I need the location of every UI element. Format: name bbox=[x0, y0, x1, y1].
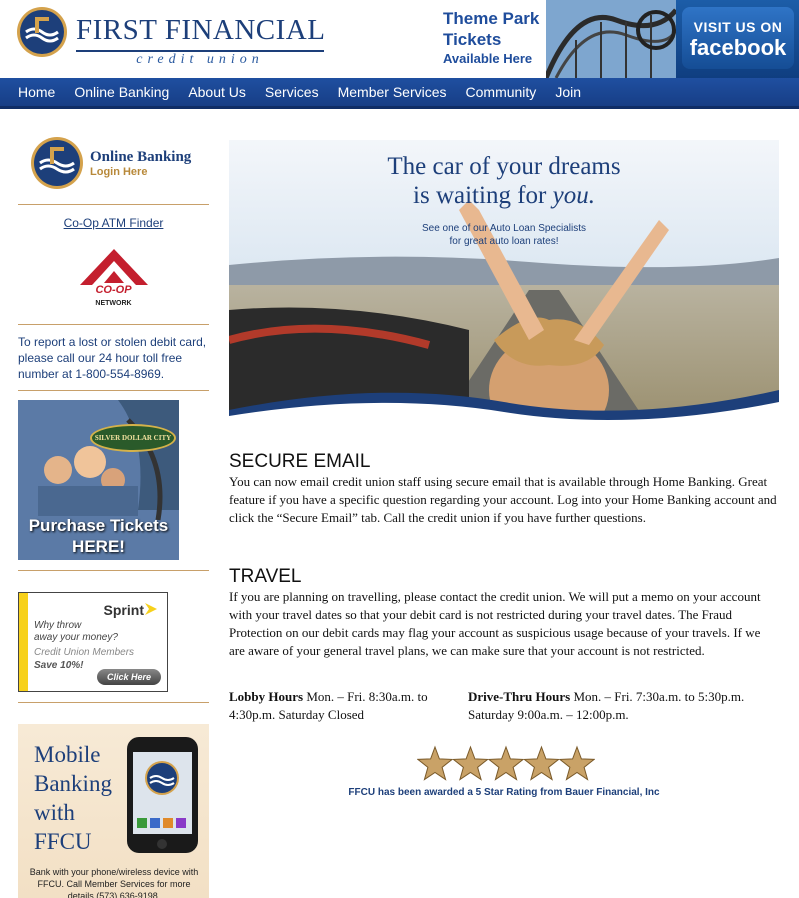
facebook-banner[interactable]: VISIT US ON facebook bbox=[676, 0, 799, 78]
nav-item-services[interactable]: Services bbox=[265, 84, 319, 100]
coop-network-logo[interactable]: CO-OP NETWORK bbox=[74, 247, 154, 313]
coop-label: CO-OP bbox=[95, 284, 132, 296]
sidebar-divider bbox=[18, 390, 209, 391]
purchase-tickets-cta: Purchase Tickets HERE! bbox=[18, 515, 179, 557]
five-star-rating bbox=[417, 745, 595, 781]
mobile-banking-title: Mobile Banking with FFCU bbox=[34, 740, 112, 856]
sprint-question-line-1: Why throw bbox=[34, 620, 82, 631]
travel-section: TRAVEL If you are planning on travelling… bbox=[229, 566, 779, 660]
mobile-banking-description: Bank with your phone/wireless device wit… bbox=[29, 867, 199, 898]
hero-headline-line-2: is waiting for bbox=[413, 182, 553, 209]
purchase-tickets-line-1: Purchase Tickets bbox=[28, 516, 169, 535]
sprint-save-text: Save 10%! bbox=[34, 660, 84, 671]
nav-item-join[interactable]: Join bbox=[555, 84, 581, 100]
sprint-ad[interactable]: Sprint Why throw away your money? Credit… bbox=[18, 592, 168, 692]
sidebar-divider bbox=[18, 204, 209, 205]
hero-subtext: See one of our Auto Loan Specialists for… bbox=[229, 222, 779, 248]
bauer-award-text: FFCU has been awarded a 5 Star Rating fr… bbox=[348, 787, 660, 798]
sidebar-divider bbox=[18, 702, 209, 703]
purchase-tickets-line-2: HERE! bbox=[72, 537, 125, 556]
ffcu-seal-icon bbox=[17, 7, 67, 57]
drive-thru-hours: Drive-Thru Hours Mon. – Fri. 7:30a.m. to… bbox=[468, 688, 779, 724]
silver-dollar-city-sign: SILVER DOLLAR CITY bbox=[90, 424, 176, 452]
sprint-question: Why throw away your money? bbox=[34, 620, 118, 644]
sprint-pin-icon bbox=[145, 603, 157, 615]
mobile-title-line-1: Mobile bbox=[34, 742, 101, 767]
ffcu-seal-icon bbox=[31, 137, 83, 189]
roller-coaster-image bbox=[546, 0, 676, 78]
main-nav: Home Online Banking About Us Services Member… bbox=[0, 78, 799, 109]
nav-item-about-us[interactable]: About Us bbox=[188, 84, 246, 100]
lobby-hours: Lobby Hours Mon. – Fri. 8:30a.m. to 4:30… bbox=[229, 688, 454, 724]
brand-name: FIRST FINANCIAL bbox=[76, 14, 326, 46]
hero-headline-line-1: The car of your dreams bbox=[387, 153, 621, 180]
sprint-click-here-button[interactable]: Click Here bbox=[97, 669, 161, 685]
facebook-logo-text: facebook bbox=[689, 35, 787, 60]
mobile-title-line-4: FFCU bbox=[34, 829, 92, 854]
hero-headline-emphasis: you. bbox=[552, 182, 595, 209]
secure-email-heading: SECURE EMAIL bbox=[229, 451, 371, 472]
secure-email-body: You can now email credit union staff usi… bbox=[229, 474, 777, 525]
rating-star-icon bbox=[558, 745, 595, 781]
promo-title-line-2: Tickets bbox=[443, 30, 502, 49]
coop-network-label: NETWORK bbox=[95, 300, 132, 307]
theme-park-promo-banner[interactable]: Theme Park Tickets Available Here bbox=[436, 0, 676, 78]
facebook-badge: VISIT US ON facebook bbox=[682, 7, 794, 69]
site-header: FIRST FINANCIAL credit union Theme Park … bbox=[0, 0, 799, 78]
silver-dollar-city-ad[interactable]: SILVER DOLLAR CITY Purchase Tickets HERE… bbox=[18, 400, 179, 560]
branch-hours: Lobby Hours Mon. – Fri. 8:30a.m. to 4:30… bbox=[229, 688, 779, 724]
promo-subtitle: Available Here bbox=[443, 51, 533, 66]
smartphone-icon bbox=[127, 737, 198, 853]
nav-item-member-services[interactable]: Member Services bbox=[338, 84, 447, 100]
sprint-members-text: Credit Union Members bbox=[34, 647, 135, 658]
sprint-logo: Sprint bbox=[103, 602, 144, 618]
rating-star-icon bbox=[452, 745, 489, 781]
mobile-title-line-3: with bbox=[34, 800, 75, 825]
sprint-question-line-2: away your money? bbox=[34, 632, 118, 643]
ffcu-logo[interactable]: FIRST FINANCIAL credit union bbox=[14, 6, 334, 72]
online-banking-login[interactable]: Online Banking Login Here bbox=[18, 128, 209, 204]
sidebar: Online Banking Login Here Co-Op ATM Find… bbox=[18, 128, 209, 898]
rating-star-icon bbox=[523, 745, 560, 781]
mobile-banking-ad[interactable]: Mobile Banking with FFCU Bank with your … bbox=[18, 724, 209, 898]
lost-card-notice: To report a lost or stolen debit card, p… bbox=[18, 335, 207, 381]
online-banking-login-link[interactable]: Login Here bbox=[90, 166, 147, 178]
hero-subtext-line-1: See one of our Auto Loan Specialists bbox=[421, 223, 586, 234]
mobile-title-line-2: Banking bbox=[34, 771, 112, 796]
nav-item-online-banking[interactable]: Online Banking bbox=[74, 84, 169, 100]
facebook-visit-label: VISIT US ON bbox=[693, 19, 783, 35]
secure-email-section: SECURE EMAIL You can now email credit un… bbox=[229, 451, 779, 527]
rating-star-icon bbox=[487, 745, 525, 781]
drive-thru-hours-label: Drive-Thru Hours bbox=[468, 689, 571, 704]
hero-headline: The car of your dreams is waiting for yo… bbox=[229, 152, 779, 210]
auto-loan-hero-banner[interactable]: The car of your dreams is waiting for yo… bbox=[229, 140, 779, 426]
sprint-yellow-bar bbox=[19, 593, 28, 691]
online-banking-title: Online Banking bbox=[90, 149, 192, 165]
hero-subtext-line-2: for great auto loan rates! bbox=[449, 236, 559, 247]
travel-heading: TRAVEL bbox=[229, 566, 302, 587]
sidebar-divider bbox=[18, 570, 209, 571]
travel-body: If you are planning on travelling, pleas… bbox=[229, 589, 761, 658]
main-nav-list: Home Online Banking About Us Services Member… bbox=[0, 78, 799, 106]
rating-star-icon bbox=[417, 745, 454, 781]
brand-subtitle: credit union bbox=[136, 52, 264, 67]
coop-atm-finder-link[interactable]: Co-Op ATM Finder bbox=[18, 216, 209, 230]
nav-item-community[interactable]: Community bbox=[466, 84, 537, 100]
promo-title: Theme Park Tickets bbox=[443, 8, 539, 50]
lobby-hours-label: Lobby Hours bbox=[229, 689, 304, 704]
promo-title-line-1: Theme Park bbox=[443, 9, 540, 28]
sidebar-divider bbox=[18, 324, 209, 325]
nav-item-home[interactable]: Home bbox=[18, 84, 55, 100]
